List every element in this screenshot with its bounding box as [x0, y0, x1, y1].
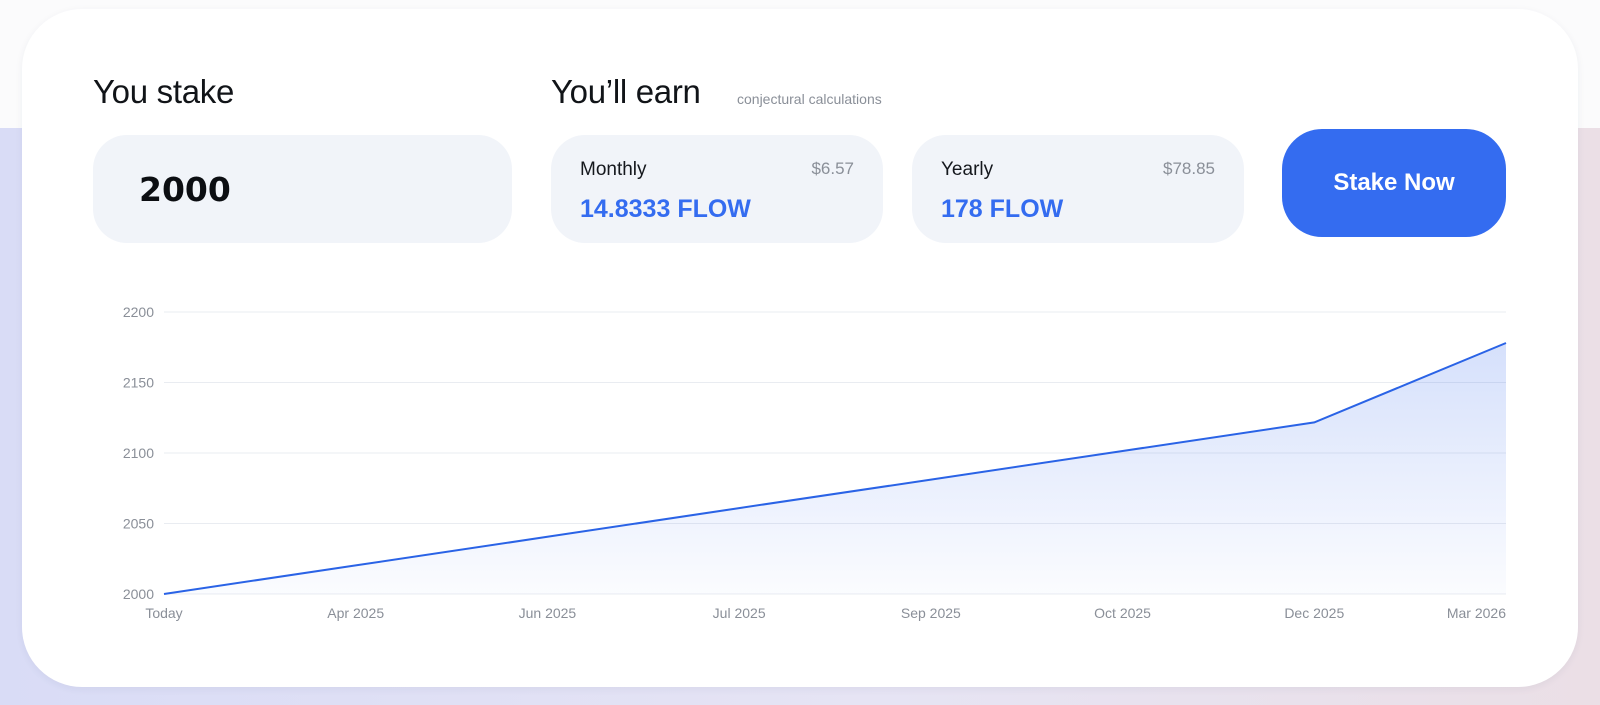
x-tick-label: Dec 2025 [1284, 605, 1344, 621]
staking-calculator-card: You stake You’ll earn conjectural calcul… [22, 9, 1578, 687]
y-tick-label: 2000 [123, 586, 154, 602]
series-area [164, 343, 1506, 594]
x-tick-label: Today [145, 605, 182, 621]
y-tick-label: 2200 [123, 304, 154, 320]
y-tick-label: 2150 [123, 375, 154, 391]
y-tick-label: 2100 [123, 445, 154, 461]
x-tick-label: Apr 2025 [327, 605, 384, 621]
x-tick-label: Jul 2025 [713, 605, 766, 621]
x-axis-ticks: Today Apr 2025 Jun 2025 Jul 2025 Sep 2025 Oct… [145, 605, 1506, 621]
y-axis-ticks: 2000 2050 2100 2150 2200 [123, 304, 154, 602]
x-tick-label: Jun 2025 [519, 605, 577, 621]
x-tick-label: Oct 2025 [1094, 605, 1151, 621]
y-tick-label: 2050 [123, 516, 154, 532]
x-tick-label: Sep 2025 [901, 605, 961, 621]
chart-series [163, 342, 1507, 595]
x-tick-label: Mar 2026 [1447, 605, 1506, 621]
earnings-chart: 2000 2050 2100 2150 2200 Today Apr 2025 Jun 20… [123, 304, 1507, 621]
